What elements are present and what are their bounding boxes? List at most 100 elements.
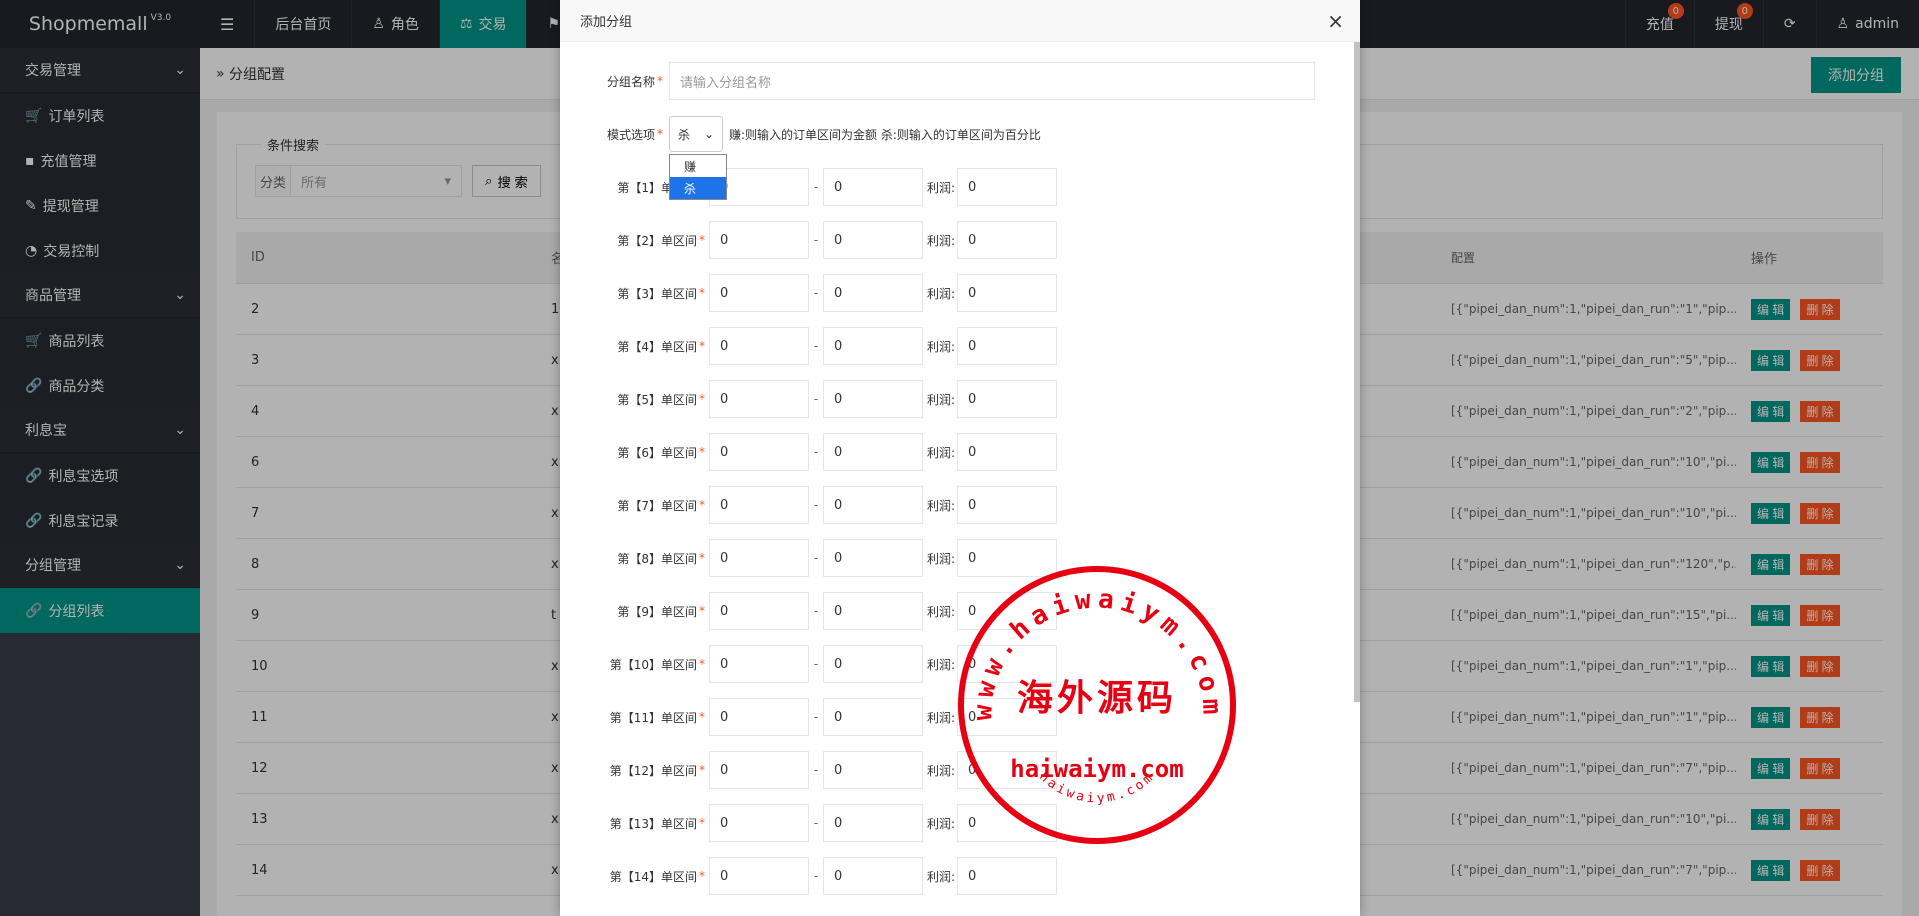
range-to-input[interactable]: 0 xyxy=(823,539,923,577)
range-to-input[interactable]: 0 xyxy=(823,804,923,842)
range-separator: - xyxy=(813,392,819,406)
range-from-input[interactable]: 0 xyxy=(709,645,809,683)
group-name-label: 分组名称 xyxy=(607,74,656,89)
range-separator: - xyxy=(813,498,819,512)
range-label: 第【8】单区间 xyxy=(617,551,697,566)
range-label: 第【13】单区间 xyxy=(609,816,697,831)
range-from-input[interactable]: 0 xyxy=(709,433,809,471)
profit-label: 利润: xyxy=(927,180,956,195)
range-to-input[interactable]: 0 xyxy=(823,857,923,895)
range-row: 第【3】单区间 * 0-0 利润: 0 xyxy=(607,274,1058,312)
range-separator: - xyxy=(813,233,819,247)
modal-header: 添加分组 × xyxy=(560,0,1360,42)
range-row: 第【7】单区间 * 0-0 利润: 0 xyxy=(607,486,1058,524)
mode-hint: 赚:则输入的订单区间为金额 杀:则输入的订单区间为百分比 xyxy=(729,127,1041,142)
profit-label: 利润: xyxy=(927,498,956,513)
range-separator: - xyxy=(813,604,819,618)
range-label: 第【9】单区间 xyxy=(617,604,697,619)
required-mark: * xyxy=(699,710,705,724)
mode-row: 模式选项 * 杀 ⌄ 赚:则输入的订单区间为金额 杀:则输入的订单区间为百分比 xyxy=(607,116,1041,152)
range-to-input[interactable]: 0 xyxy=(823,221,923,259)
range-from-input[interactable]: 0 xyxy=(709,857,809,895)
profit-input[interactable]: 0 xyxy=(957,857,1058,895)
profit-input[interactable]: 0 xyxy=(957,433,1058,471)
profit-label: 利润: xyxy=(927,763,956,778)
mode-value: 杀 xyxy=(678,127,691,142)
range-to-input[interactable]: 0 xyxy=(823,486,923,524)
mode-option-kill[interactable]: 杀 xyxy=(670,177,726,199)
required-mark: * xyxy=(699,445,705,459)
range-from-input[interactable]: 0 xyxy=(709,486,809,524)
range-separator: - xyxy=(813,657,819,671)
range-to-input[interactable]: 0 xyxy=(823,380,923,418)
range-row: 第【14】单区间 * 0-0 利润: 0 xyxy=(607,857,1058,895)
modal-scrollbar[interactable] xyxy=(1354,42,1360,702)
range-separator: - xyxy=(813,710,819,724)
required-mark: * xyxy=(657,74,664,88)
group-name-input[interactable]: 请输入分组名称 xyxy=(669,62,1316,100)
seal-middle-text: haiwaiym.com xyxy=(1010,755,1183,783)
profit-input[interactable]: 0 xyxy=(957,221,1058,259)
range-label: 第【11】单区间 xyxy=(609,710,697,725)
profit-label: 利润: xyxy=(927,339,956,354)
range-to-input[interactable]: 0 xyxy=(823,327,923,365)
range-separator: - xyxy=(813,180,819,194)
profit-input[interactable]: 0 xyxy=(957,327,1058,365)
required-mark: * xyxy=(699,286,705,300)
range-from-input[interactable]: 0 xyxy=(709,274,809,312)
range-separator: - xyxy=(813,445,819,459)
mode-option-earn[interactable]: 赚 xyxy=(670,155,726,177)
required-mark: * xyxy=(699,763,705,777)
range-separator: - xyxy=(813,551,819,565)
range-row: 第【2】单区间 * 0-0 利润: 0 xyxy=(607,221,1058,259)
profit-label: 利润: xyxy=(927,604,956,619)
range-to-input[interactable]: 0 xyxy=(823,592,923,630)
range-from-input[interactable]: 0 xyxy=(709,221,809,259)
range-to-input[interactable]: 0 xyxy=(823,645,923,683)
range-from-input[interactable]: 0 xyxy=(709,539,809,577)
profit-label: 利润: xyxy=(927,869,956,884)
required-mark: * xyxy=(699,498,705,512)
range-from-input[interactable]: 0 xyxy=(709,804,809,842)
mode-dropdown: 赚 杀 xyxy=(669,154,727,200)
required-mark: * xyxy=(699,339,705,353)
range-row: 第【4】单区间 * 0-0 利润: 0 xyxy=(607,327,1058,365)
range-row: 第【5】单区间 * 0-0 利润: 0 xyxy=(607,380,1058,418)
range-from-input[interactable]: 0 xyxy=(709,751,809,789)
profit-label: 利润: xyxy=(927,286,956,301)
seal-center-text: 海外源码 xyxy=(1017,678,1177,719)
range-separator: - xyxy=(813,339,819,353)
range-label: 第【2】单区间 xyxy=(617,233,697,248)
range-from-input[interactable]: 0 xyxy=(709,380,809,418)
range-to-input[interactable]: 0 xyxy=(823,698,923,736)
required-mark: * xyxy=(699,392,705,406)
range-from-input[interactable]: 0 xyxy=(709,592,809,630)
chevron-down-icon: ⌄ xyxy=(703,127,715,141)
required-mark: * xyxy=(699,816,705,830)
range-from-input[interactable]: 0 xyxy=(709,698,809,736)
profit-label: 利润: xyxy=(927,657,956,672)
range-to-input[interactable]: 0 xyxy=(823,433,923,471)
range-label: 第【5】单区间 xyxy=(617,392,697,407)
profit-input[interactable]: 0 xyxy=(957,380,1058,418)
profit-input[interactable]: 0 xyxy=(957,486,1058,524)
mode-select[interactable]: 杀 ⌄ xyxy=(669,116,724,152)
profit-input[interactable]: 0 xyxy=(957,168,1058,206)
range-from-input[interactable]: 0 xyxy=(709,327,809,365)
mode-label: 模式选项 xyxy=(607,127,656,142)
range-label: 第【3】单区间 xyxy=(617,286,697,301)
range-to-input[interactable]: 0 xyxy=(823,168,923,206)
range-separator: - xyxy=(813,763,819,777)
range-separator: - xyxy=(813,286,819,300)
profit-input[interactable]: 0 xyxy=(957,274,1058,312)
modal-title: 添加分组 xyxy=(580,15,633,30)
group-name-row: 分组名称 * 请输入分组名称 xyxy=(607,62,1316,100)
watermark-seal: www.haiwaiym.com 海外源码 haiwaiym.com haiwa… xyxy=(958,566,1236,844)
range-label: 第【10】单区间 xyxy=(609,657,697,672)
range-to-input[interactable]: 0 xyxy=(823,751,923,789)
profit-label: 利润: xyxy=(927,445,956,460)
close-icon[interactable]: × xyxy=(1327,9,1344,33)
range-to-input[interactable]: 0 xyxy=(823,274,923,312)
range-label: 第【4】单区间 xyxy=(617,339,697,354)
range-row: 第【6】单区间 * 0-0 利润: 0 xyxy=(607,433,1058,471)
